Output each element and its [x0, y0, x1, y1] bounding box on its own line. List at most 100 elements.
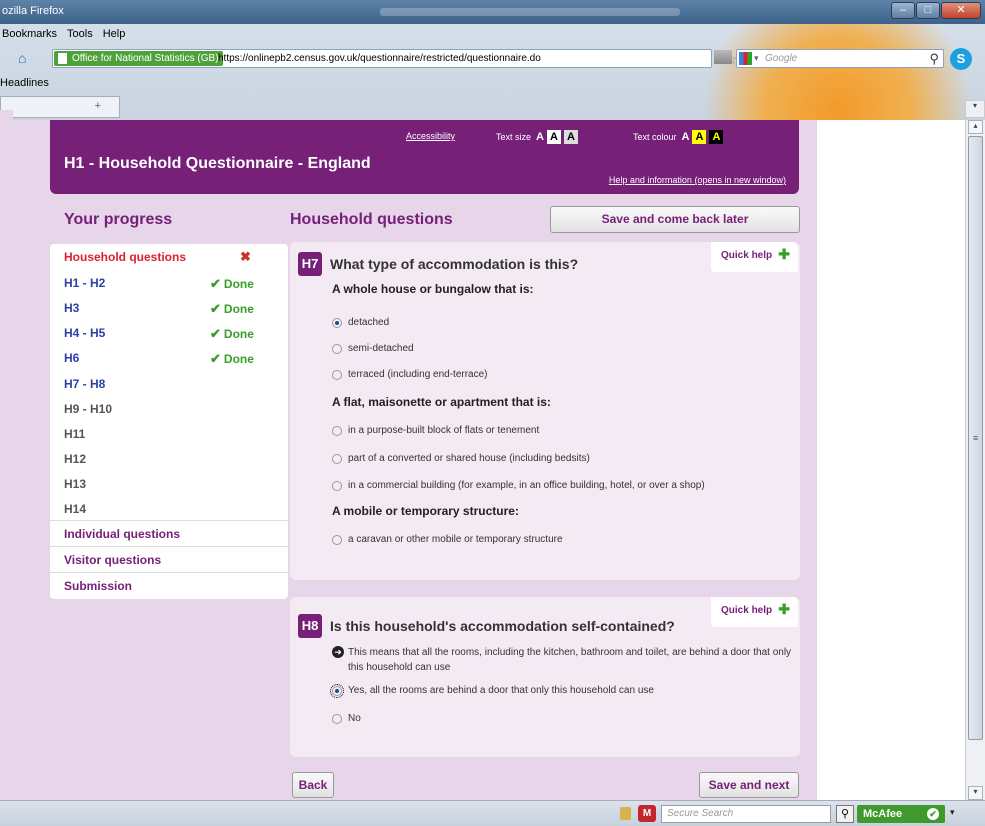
menu-help[interactable]: Help	[103, 28, 126, 44]
menu-bookmarks[interactable]: Bookmarks	[2, 28, 57, 44]
web-page: Accessibility Text size A A A Text colou…	[13, 120, 965, 800]
quick-help-button[interactable]: Quick help ✚	[711, 597, 798, 627]
tab-scroll-arrow-icon[interactable]: ▾	[965, 100, 985, 118]
navigation-bar: ⌂ Office for National Statistics (GB) ht…	[0, 46, 985, 70]
section-title: Household questions	[290, 211, 453, 228]
save-later-button[interactable]: Save and come back later	[550, 206, 800, 233]
progress-item: H14	[64, 502, 87, 516]
text-colour-yellow[interactable]: A	[692, 130, 707, 144]
section-submission[interactable]: Submission	[64, 579, 132, 593]
progress-item[interactable]: H7 - H8	[64, 377, 105, 391]
option-self-contained-yes[interactable]: Yes, all the rooms are behind a door tha…	[330, 683, 654, 698]
guidance-text: This means that all the rooms, including…	[348, 647, 792, 673]
url-bar[interactable]: Office for National Statistics (GB) http…	[52, 49, 752, 68]
section-individual[interactable]: Individual questions	[64, 527, 180, 541]
text-colour-black[interactable]: A	[709, 130, 724, 144]
text-size-label: Text size	[496, 132, 532, 142]
new-tab-icon[interactable]: +	[95, 100, 101, 112]
done-label: Done	[223, 302, 254, 316]
option-group-heading: A whole house or bungalow that is:	[332, 282, 534, 296]
option-label: in a commercial building (for example, i…	[348, 480, 705, 491]
accessibility-link[interactable]: Accessibility	[406, 131, 455, 141]
radio-button[interactable]	[332, 713, 342, 724]
quick-help-button[interactable]: Quick help ✚	[711, 242, 798, 272]
progress-item[interactable]: H1 - H2	[64, 276, 105, 290]
browser-tab[interactable]: +	[0, 96, 120, 118]
scrollbar-thumb[interactable]: ≡	[968, 136, 983, 740]
bookmark-headlines[interactable]: Headlines	[0, 77, 49, 89]
mcafee-label: McAfee	[863, 808, 903, 820]
radio-button[interactable]	[332, 369, 342, 380]
text-size-control: Text size A A A	[496, 130, 578, 144]
progress-title: Your progress	[64, 211, 173, 228]
done-status: ✔ Done	[210, 301, 254, 317]
text-size-large[interactable]: A	[546, 130, 561, 144]
option-semi-detached[interactable]: semi-detached	[332, 343, 414, 354]
option-converted[interactable]: part of a converted or shared house (inc…	[332, 453, 590, 464]
search-engine-dropdown-icon[interactable]: ▾	[754, 53, 759, 64]
divider	[50, 546, 288, 547]
progress-item: H12	[64, 452, 87, 466]
mcafee-dropdown-icon[interactable]: ▾	[950, 807, 955, 818]
scroll-up-icon[interactable]: ▴	[968, 120, 983, 134]
search-icon[interactable]: ⚲	[929, 51, 939, 67]
option-terraced[interactable]: terraced (including end-terrace)	[332, 369, 488, 380]
url-text[interactable]: https://onlinepb2.census.gov.uk/question…	[218, 53, 541, 64]
mcafee-button[interactable]: McAfee ✔	[857, 805, 945, 823]
secure-search-input[interactable]: Secure Search	[661, 805, 831, 823]
radio-button[interactable]	[332, 317, 342, 328]
search-engine-icon[interactable]	[739, 52, 752, 65]
option-caravan[interactable]: a caravan or other mobile or temporary s…	[332, 534, 563, 545]
radio-button[interactable]	[332, 343, 342, 354]
feed-icon[interactable]	[714, 50, 732, 64]
check-icon: ✔	[210, 301, 221, 316]
search-icon[interactable]: ⚲	[836, 805, 854, 823]
page-title: H1 - Household Questionnaire - England	[64, 155, 371, 172]
skype-icon[interactable]: S	[950, 48, 972, 70]
firefox-logo-background	[610, 24, 985, 120]
option-purpose-built[interactable]: in a purpose-built block of flats or ten…	[332, 425, 539, 436]
back-button[interactable]: Back	[292, 772, 334, 798]
text-size-larger[interactable]: A	[563, 130, 578, 144]
progress-item[interactable]: H3	[64, 301, 79, 315]
current-marker-icon: ✖	[240, 249, 251, 264]
site-identity-button[interactable]: Office for National Statistics (GB)	[54, 51, 223, 66]
close-button[interactable]: ✕	[941, 2, 981, 19]
status-bar: M Secure Search ⚲ McAfee ✔ ▾	[0, 800, 985, 826]
maximize-button[interactable]: □	[916, 2, 940, 19]
vertical-scrollbar[interactable]: ▴ ≡ ▾	[965, 120, 985, 800]
help-link[interactable]: Help and information (opens in new windo…	[609, 175, 786, 185]
progress-item: H13	[64, 477, 87, 491]
mcafee-shield-icon[interactable]: M	[638, 805, 656, 822]
done-label: Done	[223, 277, 254, 291]
section-visitor[interactable]: Visitor questions	[64, 553, 161, 567]
scroll-down-icon[interactable]: ▾	[968, 786, 983, 800]
progress-item: H11	[64, 427, 86, 441]
plus-icon: ✚	[778, 601, 790, 617]
menu-tools[interactable]: Tools	[67, 28, 93, 44]
progress-item[interactable]: H4 - H5	[64, 326, 105, 340]
left-edge	[0, 110, 13, 800]
radio-button[interactable]	[332, 453, 342, 464]
option-commercial[interactable]: in a commercial building (for example, i…	[332, 480, 705, 491]
progress-panel: Household questions ✖ H1 - H2 ✔ Done H3 ✔…	[50, 244, 288, 599]
divider	[50, 572, 288, 573]
save-and-next-button[interactable]: Save and next	[699, 772, 799, 798]
home-icon[interactable]: ⌂	[18, 50, 34, 66]
option-self-contained-no[interactable]: No	[332, 713, 361, 724]
radio-button[interactable]	[332, 425, 342, 436]
done-label: Done	[223, 327, 254, 341]
option-detached[interactable]: detached	[332, 317, 389, 328]
page-right-margin	[817, 120, 965, 800]
minimize-button[interactable]: –	[891, 2, 915, 19]
radio-button[interactable]	[330, 683, 344, 698]
question-h7: H7 What type of accommodation is this? Q…	[290, 242, 800, 580]
text-size-normal[interactable]: A	[536, 130, 544, 144]
window-title: ozilla Firefox	[2, 5, 64, 17]
search-box[interactable]: ▾ Google ⚲	[736, 49, 944, 68]
radio-button[interactable]	[332, 534, 342, 545]
question-text: Is this household's accommodation self-c…	[330, 618, 675, 634]
text-colour-normal[interactable]: A	[682, 130, 690, 144]
progress-item[interactable]: H6	[64, 351, 79, 365]
radio-button[interactable]	[332, 480, 342, 491]
